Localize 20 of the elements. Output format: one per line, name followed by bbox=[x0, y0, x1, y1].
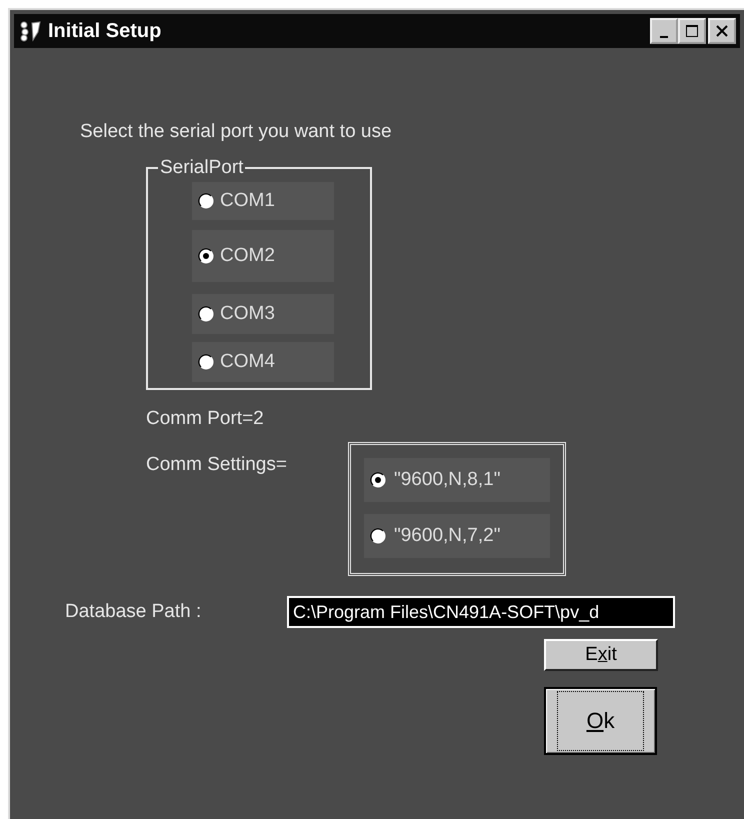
close-icon bbox=[715, 24, 729, 38]
ok-button[interactable]: Ok bbox=[544, 687, 657, 755]
minimize-icon bbox=[660, 36, 668, 38]
database-path-label: Database Path : bbox=[65, 601, 202, 623]
exit-button[interactable]: Exit bbox=[544, 639, 658, 671]
maximize-button[interactable] bbox=[678, 18, 706, 44]
window-title: Initial Setup bbox=[48, 20, 162, 42]
radio-option[interactable]: COM2 bbox=[192, 230, 334, 282]
radio-option[interactable]: "9600,N,7,2" bbox=[364, 514, 550, 558]
comm-port-text: Comm Port=2 bbox=[146, 408, 265, 431]
database-path-field[interactable]: C:\Program Files\CN491A-SOFT\pv_d bbox=[287, 596, 675, 628]
comm-settings-label: Comm Settings= bbox=[146, 454, 288, 476]
instruction-text: Select the serial port you want to use bbox=[80, 121, 393, 144]
minimize-button[interactable] bbox=[650, 18, 678, 44]
radio-option[interactable]: COM4 bbox=[192, 342, 334, 382]
radio-option[interactable]: COM3 bbox=[192, 294, 334, 334]
close-button[interactable] bbox=[708, 18, 736, 44]
radio-option[interactable]: "9600,N,8,1" bbox=[364, 458, 550, 502]
radio-option[interactable]: COM1 bbox=[192, 182, 334, 220]
maximize-icon bbox=[685, 24, 699, 38]
